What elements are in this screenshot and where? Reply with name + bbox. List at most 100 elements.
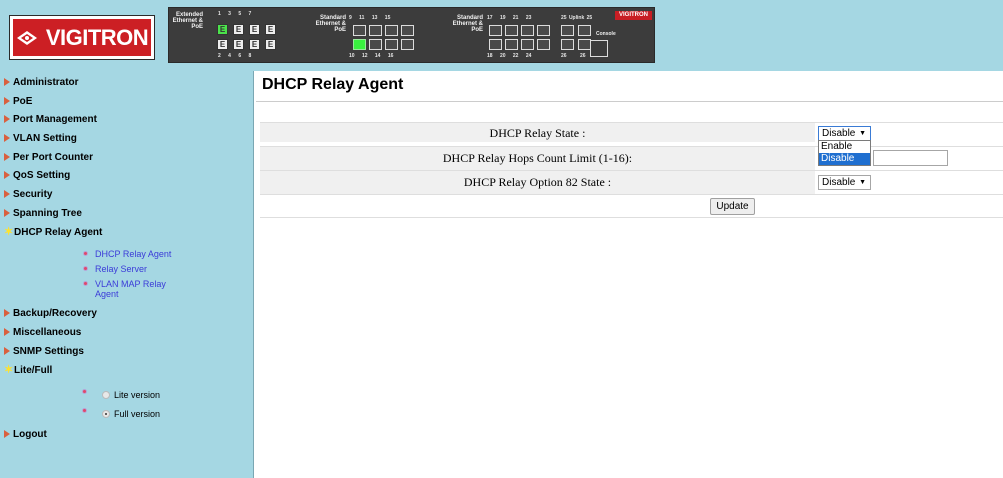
- port-numbers: 18 20 22 24: [487, 53, 532, 59]
- bullet-icon: [83, 281, 88, 286]
- port-numbers: 25 Uplink 25: [561, 15, 593, 21]
- hops-limit-label: DHCP Relay Hops Count Limit (1-16):: [442, 151, 633, 165]
- bullet-icon: [83, 251, 88, 256]
- sidebar-item-per-port-counter[interactable]: Per Port Counter: [4, 151, 93, 165]
- port-2: E: [217, 39, 228, 50]
- sidebar-item-label: VLAN Setting: [13, 133, 77, 144]
- sidebar-item-port-management[interactable]: Port Management: [4, 113, 97, 127]
- sidebar-item-miscellaneous[interactable]: Miscellaneous: [4, 326, 81, 340]
- port-numbers: 17 19 21 23: [487, 15, 532, 21]
- sub-item-dhcp-relay-agent[interactable]: DHCP Relay Agent: [83, 249, 185, 259]
- port-17: [489, 25, 502, 36]
- port-1: E: [217, 24, 228, 35]
- page-title: DHCP Relay Agent: [262, 76, 404, 93]
- arrow-right-icon: [4, 190, 10, 198]
- lite-version-radio[interactable]: [102, 391, 110, 399]
- full-version-radio[interactable]: [102, 410, 110, 418]
- star-icon: ✶: [4, 364, 14, 376]
- logo-text: VIGITRON: [45, 24, 149, 50]
- sidebar-item-logout[interactable]: Logout: [4, 428, 47, 442]
- port-6: E: [249, 39, 260, 50]
- port-9: [353, 25, 366, 36]
- standard-group-label-1: Standard Ethernet & PoE: [315, 15, 346, 33]
- sidebar-item-label: Logout: [13, 429, 47, 440]
- port-8: E: [265, 39, 276, 50]
- option-disable[interactable]: Disable: [819, 153, 870, 165]
- bullet-icon: [82, 389, 87, 394]
- port-numbers: 26 26: [561, 53, 586, 59]
- arrow-right-icon: [4, 309, 10, 317]
- port-22: [521, 39, 534, 50]
- sidebar-item-label: SNMP Settings: [13, 346, 84, 357]
- option82-row: DHCP Relay Option 82 State : Disable ▼: [260, 170, 1003, 194]
- sidebar-item-label: Security: [13, 189, 53, 200]
- sub-item-vlan-map-relay-agent[interactable]: VLAN MAP Relay Agent: [83, 279, 175, 299]
- sidebar-item-administrator[interactable]: Administrator: [4, 76, 79, 90]
- sidebar-item-qos-setting[interactable]: QoS Setting: [4, 169, 70, 183]
- arrow-right-icon: [4, 209, 10, 217]
- hops-limit-input[interactable]: [873, 150, 948, 166]
- port-numbers: 2 4 6 8: [218, 53, 252, 59]
- bullet-icon: [82, 408, 87, 413]
- port-5: E: [249, 24, 260, 35]
- relay-state-dropdown: Enable Disable: [818, 140, 871, 166]
- sidebar-item-security[interactable]: Security: [4, 188, 52, 202]
- update-button[interactable]: Update: [710, 198, 755, 215]
- sidebar-item-vlan-setting[interactable]: VLAN Setting: [4, 132, 77, 146]
- arrow-right-icon: [4, 430, 10, 438]
- arrow-right-icon: [4, 78, 10, 86]
- port-15: [401, 25, 414, 36]
- vigitron-logo: VIGITRON: [9, 15, 155, 60]
- port-10: [353, 39, 366, 50]
- sidebar: Administrator PoE Port Management VLAN S…: [0, 71, 254, 478]
- standard-group-label-2: Standard Ethernet & PoE: [452, 15, 483, 33]
- sidebar-item-snmp-settings[interactable]: SNMP Settings: [4, 345, 84, 359]
- console-port: [590, 40, 608, 57]
- option-enable[interactable]: Enable: [819, 141, 870, 153]
- relay-state-select[interactable]: Disable ▼: [818, 126, 871, 141]
- arrow-right-icon: [4, 328, 10, 336]
- port-19: [505, 25, 518, 36]
- arrow-right-icon: [4, 134, 10, 142]
- relay-state-label: DHCP Relay State :: [489, 126, 586, 140]
- hops-limit-row: DHCP Relay Hops Count Limit (1-16):: [260, 146, 1003, 170]
- port-7: E: [265, 24, 276, 35]
- arrow-right-icon: [4, 115, 10, 123]
- port-20: [505, 39, 518, 50]
- eye-logo-icon: [16, 30, 37, 45]
- caret-down-icon: ▼: [859, 179, 866, 186]
- sidebar-item-backup-recovery[interactable]: Backup/Recovery: [4, 307, 97, 321]
- sidebar-item-label: Administrator: [13, 77, 79, 88]
- lite-version-label: Lite version: [114, 390, 161, 400]
- relay-state-row: DHCP Relay State : Disable ▼: [260, 122, 1003, 142]
- sidebar-item-label: Miscellaneous: [13, 327, 82, 338]
- title-divider: [256, 101, 1003, 102]
- option82-label: DHCP Relay Option 82 State :: [463, 175, 612, 189]
- sidebar-item-label: Spanning Tree: [13, 208, 82, 219]
- port-14: [385, 39, 398, 50]
- port-21: [521, 25, 534, 36]
- option82-select[interactable]: Disable ▼: [818, 175, 871, 190]
- port-25: [561, 25, 574, 36]
- sidebar-item-label: Per Port Counter: [13, 152, 94, 163]
- sidebar-item-label: PoE: [13, 96, 33, 107]
- sidebar-item-spanning-tree[interactable]: Spanning Tree: [4, 207, 82, 221]
- port-16: [401, 39, 414, 50]
- port-13: [385, 25, 398, 36]
- port-23: [537, 25, 550, 36]
- port-numbers: 9 11 13 15: [349, 15, 391, 21]
- sidebar-item-poe[interactable]: PoE: [4, 95, 32, 109]
- port-11: [369, 25, 382, 36]
- uplink-port-25: [578, 25, 591, 36]
- bullet-icon: [83, 266, 88, 271]
- arrow-right-icon: [4, 347, 10, 355]
- sidebar-item-lite-full[interactable]: ✶Lite/Full: [4, 363, 52, 377]
- port-18: [489, 39, 502, 50]
- sidebar-item-dhcp-relay-agent[interactable]: ✶DHCP Relay Agent: [4, 225, 102, 239]
- sub-item-relay-server[interactable]: Relay Server: [83, 264, 185, 274]
- port-24: [537, 39, 550, 50]
- port-4: E: [233, 39, 244, 50]
- update-row: Update: [260, 194, 1003, 218]
- full-version-label: Full version: [114, 409, 161, 419]
- arrow-right-icon: [4, 153, 10, 161]
